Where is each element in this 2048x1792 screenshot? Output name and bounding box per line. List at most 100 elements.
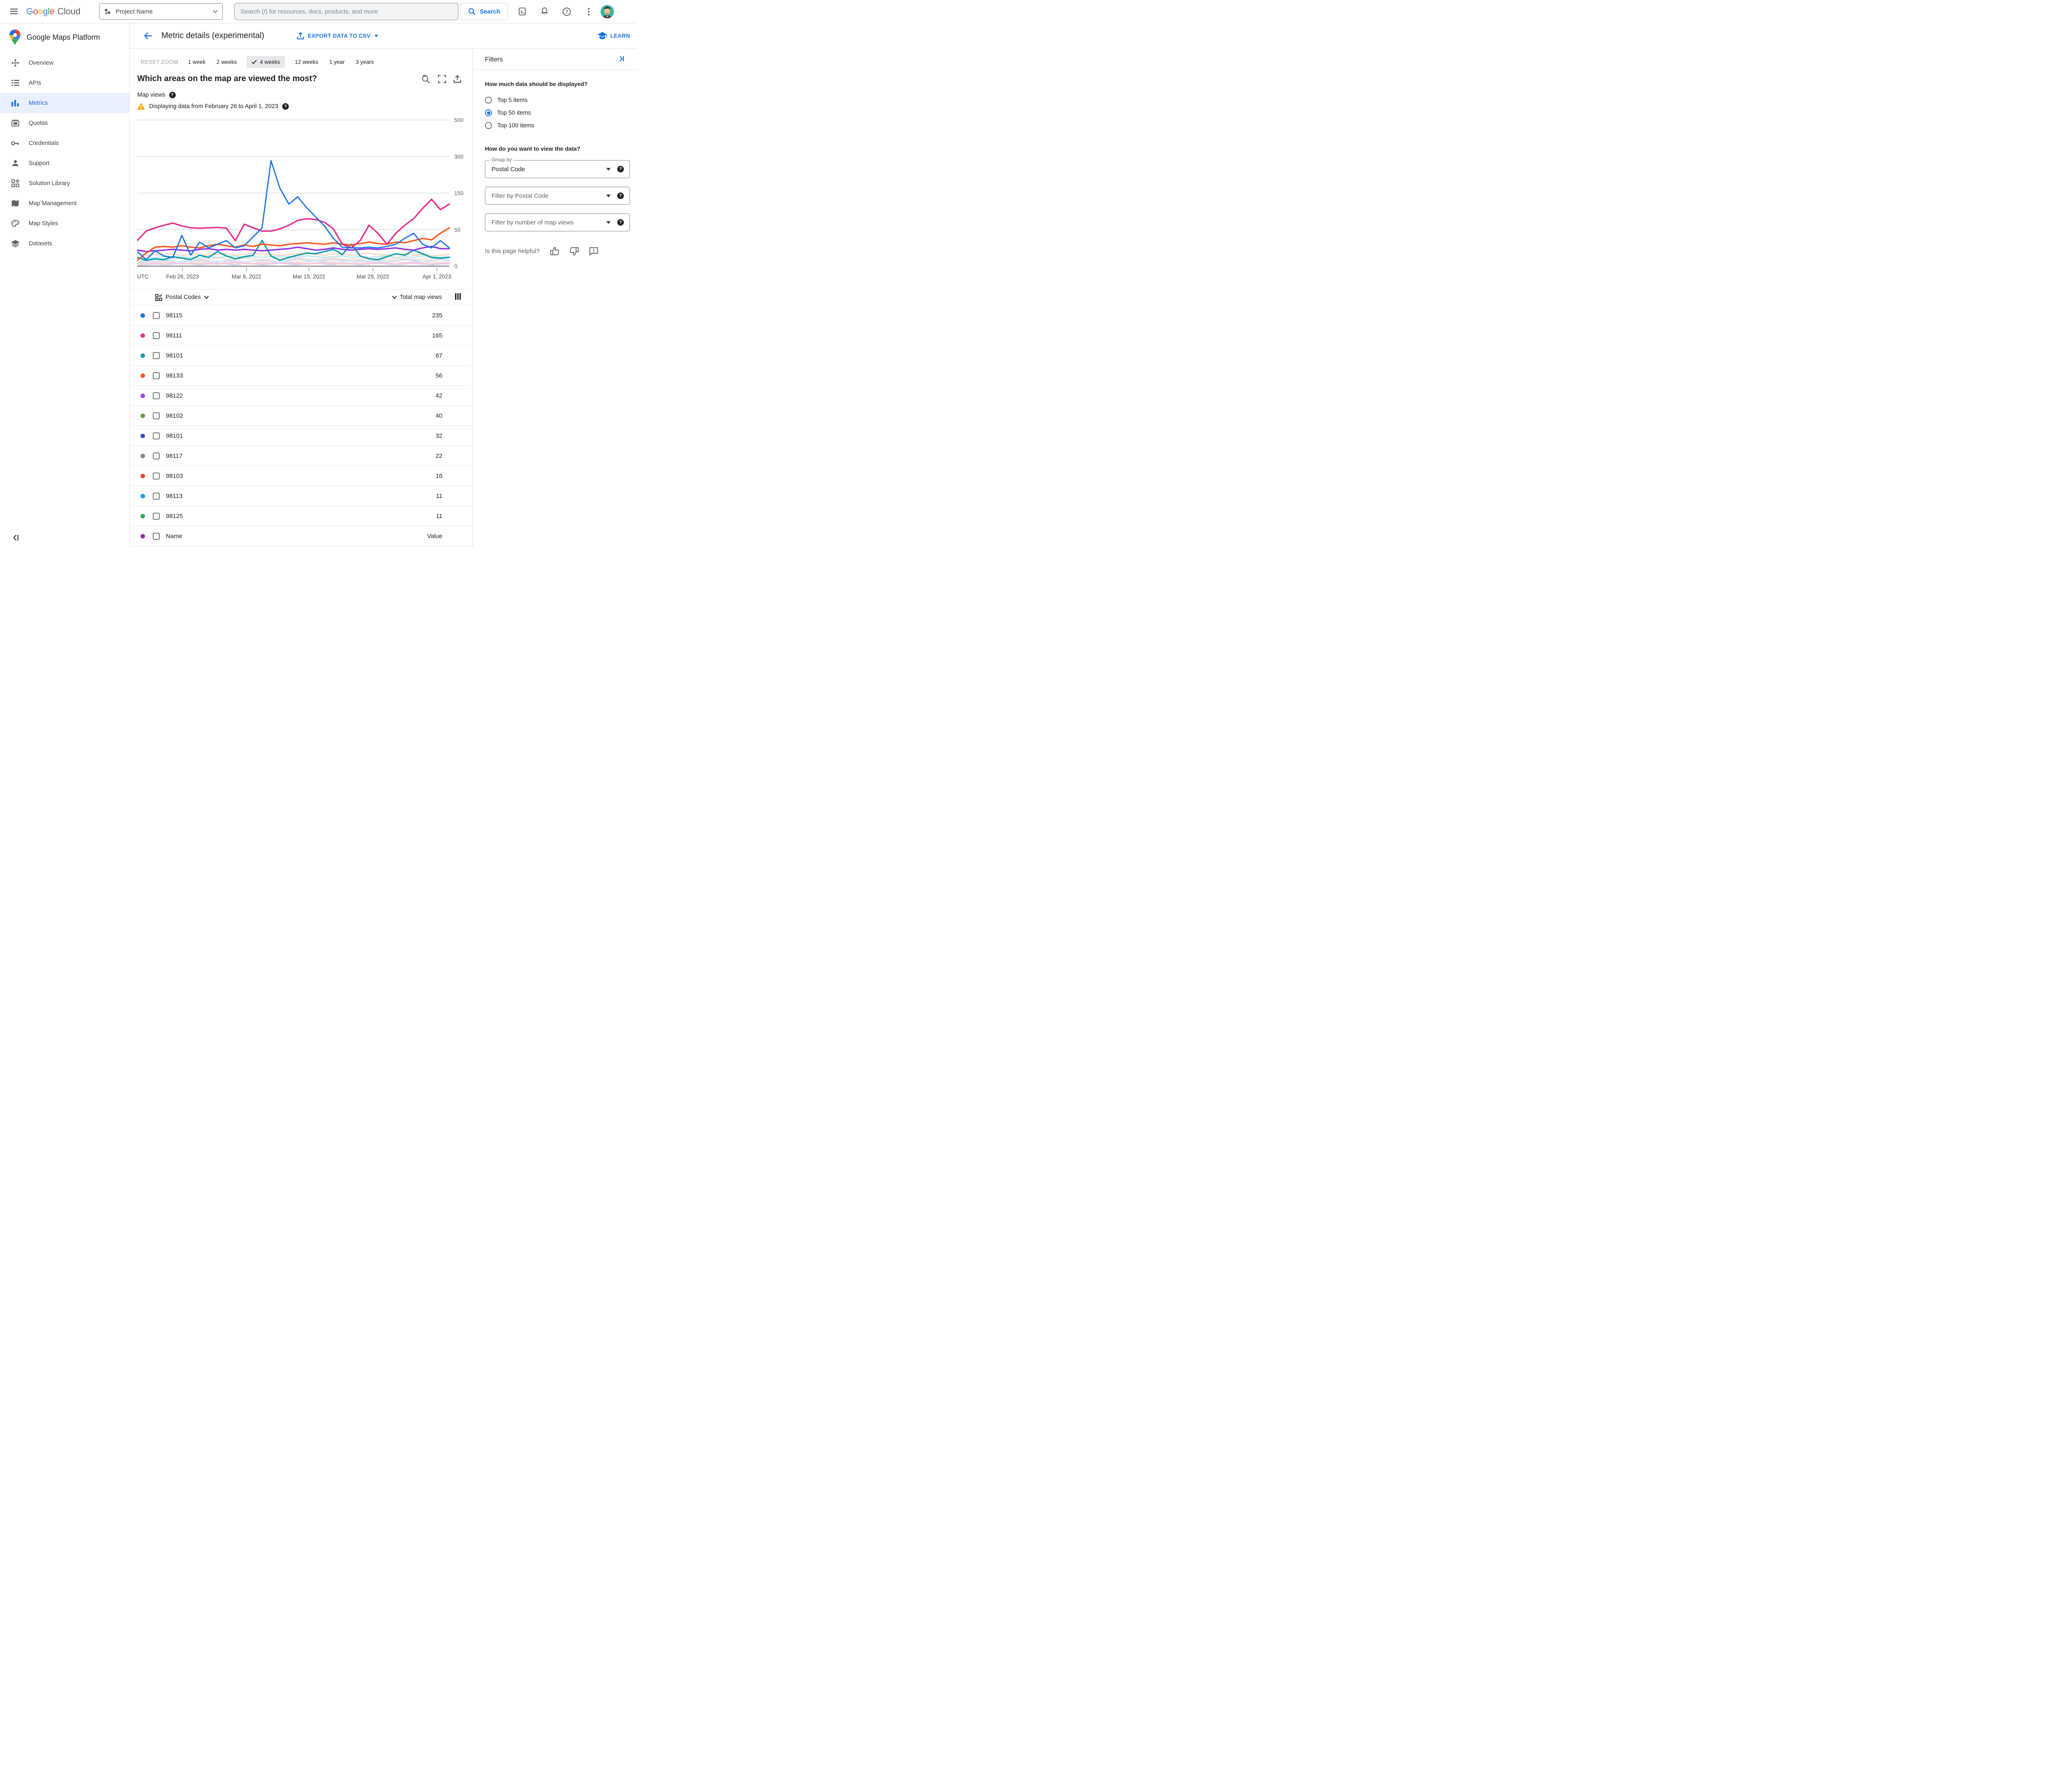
google-cloud-logo[interactable]: Google Cloud [26,6,80,17]
cloud-shell-icon[interactable] [514,4,530,19]
row-checkbox[interactable] [153,332,160,339]
row-value: 11 [436,492,442,500]
sidebar-item-credentials[interactable]: Credentials [0,133,129,153]
filter-postal-dropdown[interactable]: Filter by Postal Code ? [485,187,630,205]
table-row[interactable]: 98113 11 [130,486,473,506]
menu-icon[interactable] [6,3,22,20]
table-row[interactable]: Name Value [130,526,473,546]
table-row[interactable]: 98125 11 [130,506,473,526]
sidebar-item-solution-library[interactable]: Solution Library [0,173,129,193]
group-by-value: Postal Code [492,165,525,173]
export-csv-button[interactable]: EXPORT DATA TO CSV [297,32,378,40]
sort-column-header[interactable]: Total map views [392,294,442,301]
filter-views-help-icon[interactable]: ? [617,219,624,226]
row-checkbox[interactable] [153,412,160,419]
fullscreen-icon[interactable] [438,75,446,86]
table-row[interactable]: 98102 40 [130,406,473,426]
avatar[interactable] [600,5,614,18]
row-checkbox[interactable] [153,392,160,399]
y-axis-label: 0 [454,263,458,269]
radio-icon [485,109,492,116]
row-checkbox[interactable] [153,472,160,480]
sidebar-item-map-management[interactable]: Map Management [0,193,129,213]
line-chart[interactable]: 0 50 150 300 500 UTC Feb 26, 2023 Mar 8, 2022 Ma… [137,111,468,281]
group-by-help-icon[interactable]: ? [617,166,624,172]
datasets-icon [11,240,19,248]
sidebar-item-metrics[interactable]: Metrics [0,93,129,113]
topbar-icons: ? [514,4,596,19]
radio-icon [485,122,492,129]
row-checkbox[interactable] [153,372,160,379]
metric-label-row: Map views ? [137,92,473,98]
reset-zoom-button[interactable]: RESET ZOOM [141,59,178,65]
row-checkbox[interactable] [153,532,160,540]
table-row[interactable]: 98117 22 [130,446,473,466]
project-selector[interactable]: Project Name [99,3,223,20]
search-button-label: Search [480,8,501,15]
search-button[interactable]: Search [460,3,508,20]
learn-button[interactable]: LEARN [598,32,630,40]
radio-top-5-items[interactable]: Top 5 items [485,94,630,106]
group-by-column-header[interactable]: Postal Codes [155,294,209,301]
table-row[interactable]: 98133 56 [130,366,473,386]
map-management-icon [11,199,19,208]
warning-help-icon[interactable]: ? [282,103,289,110]
zoom-selection-icon[interactable] [421,75,430,86]
feedback-icon[interactable] [589,247,598,256]
back-arrow-icon[interactable] [141,29,155,43]
table-row[interactable]: 98103 16 [130,466,473,486]
warning-text: Displaying data from February 26 to Apri… [149,103,279,110]
row-checkbox[interactable] [153,432,160,439]
group-by-dropdown[interactable]: Group by Postal Code ? [485,157,630,178]
filter-postal-help-icon[interactable]: ? [617,192,624,199]
table-row[interactable]: 98101 67 [130,346,473,366]
time-range-1-week[interactable]: 1 week [187,56,207,68]
row-checkbox[interactable] [153,352,160,359]
time-range-12-weeks[interactable]: 12 weeks [294,56,319,68]
project-name: Project Name [116,8,153,15]
radio-label: Top 5 items [497,97,528,104]
cloud-logo-text: Cloud [57,6,81,16]
collapse-sidebar-icon[interactable] [12,534,19,543]
time-range-1-year[interactable]: 1 year [328,56,346,68]
more-vert-icon[interactable] [581,4,596,19]
notifications-icon[interactable] [537,4,552,19]
table-row[interactable]: 98111 165 [130,326,473,346]
time-range-2-weeks[interactable]: 2 weeks [215,56,238,68]
series-color-dot [140,393,145,398]
sidebar-item-map-styles[interactable]: Map Styles [0,213,129,233]
sidebar-item-quotas[interactable]: Quotas [0,113,129,133]
row-checkbox[interactable] [153,492,160,500]
row-checkbox[interactable] [153,512,160,520]
sidebar-item-label: Map Management [29,200,77,207]
row-label: 98115 [166,312,183,319]
collapse-filters-icon[interactable] [618,56,624,64]
quotas-icon [11,119,19,127]
sidebar-item-support[interactable]: Support [0,153,129,173]
page-header: Metric details (experimental) EXPORT DAT… [130,23,637,49]
sidebar-item-datasets[interactable]: Datasets [0,233,129,253]
time-range-3-years[interactable]: 3 years [354,56,375,68]
table-row[interactable]: 98101 32 [130,426,473,446]
time-range-4-weeks[interactable]: 4 weeks [247,56,285,68]
help-icon[interactable]: ? [559,4,574,19]
radio-top-50-items[interactable]: Top 50 items [485,106,630,119]
metric-help-icon[interactable]: ? [169,92,176,98]
filter-views-dropdown[interactable]: Filter by number of map views ? [485,213,630,231]
sidebar-item-overview[interactable]: Overview [0,53,129,73]
radio-top-100-items[interactable]: Top 100 items [485,119,630,132]
row-checkbox[interactable] [153,312,160,319]
top-bar: Google Cloud Project Name Search ? [0,0,637,23]
sidebar-item-apis[interactable]: APIs [0,73,129,93]
table-row[interactable]: 98115 235 [130,305,473,326]
search-input[interactable] [240,8,453,15]
upload-chart-icon[interactable] [453,75,461,86]
thumb-down-icon[interactable] [570,247,579,256]
table-row[interactable]: 98122 42 [130,386,473,406]
row-checkbox[interactable] [153,452,160,459]
row-value: 235 [432,312,442,319]
filters-title: Filters [485,56,503,63]
thumb-up-icon[interactable] [550,247,560,256]
dropdown-caret-icon [606,167,611,171]
columns-icon[interactable] [455,293,461,302]
